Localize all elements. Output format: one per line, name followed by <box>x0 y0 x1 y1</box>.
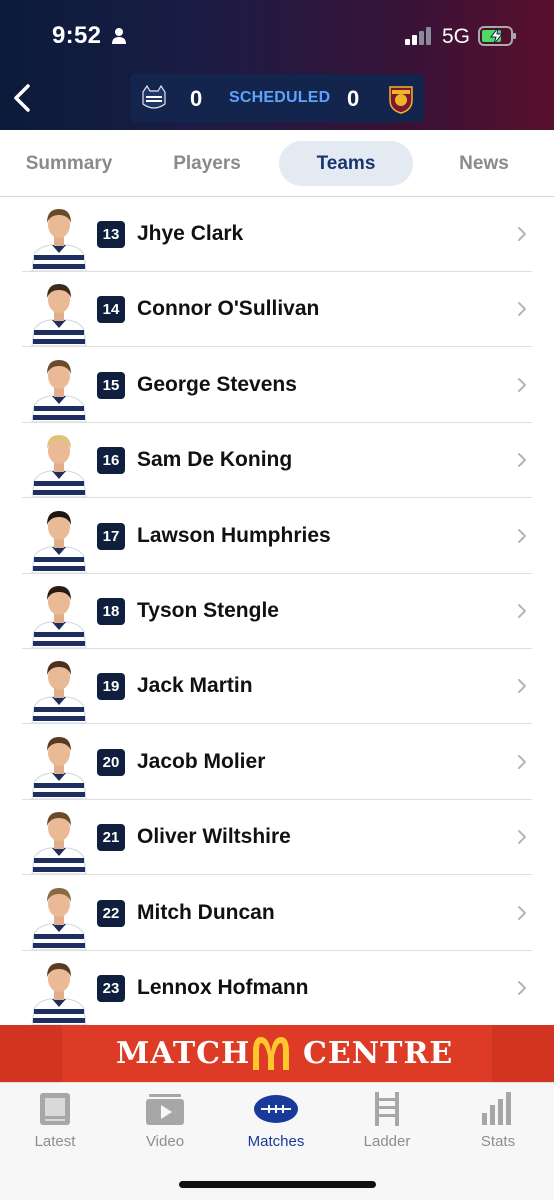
chevron-right-icon <box>518 604 526 618</box>
player-name: Lawson Humphries <box>137 523 331 547</box>
banner-text-match: MATCH <box>116 1036 251 1071</box>
banner-left-edge <box>0 1025 62 1082</box>
stats-icon <box>482 1092 511 1125</box>
player-row[interactable]: 19 Jack Martin <box>22 649 532 725</box>
status-time: 9:52 <box>52 22 102 49</box>
chevron-right-icon <box>518 905 526 920</box>
player-name: Lennox Hofmann <box>137 976 309 999</box>
player-name: George Stevens <box>137 372 297 396</box>
player-photo <box>26 729 92 799</box>
player-name: Sam De Koning <box>137 448 293 472</box>
player-photo <box>26 955 92 1025</box>
player-name: Tyson Stengle <box>137 599 279 622</box>
player-number-badge: 17 <box>97 522 125 550</box>
player-list: 13 Jhye Clark 14 Connor O'Sullivan 15 George … <box>0 197 554 1025</box>
player-row[interactable]: 23 Lennox Hofmann <box>22 951 532 1025</box>
chevron-right-icon <box>518 679 526 694</box>
network-type: 5G <box>442 25 471 48</box>
battery-charging-icon <box>478 26 516 46</box>
player-number-badge: 19 <box>97 673 125 701</box>
nav-latest-label: Latest <box>34 1133 76 1150</box>
player-name: Oliver Wiltshire <box>137 825 291 849</box>
player-name: Jack Martin <box>137 674 253 698</box>
match-tabs: Summary Players Teams News <box>0 130 554 197</box>
chevron-right-icon <box>518 830 526 845</box>
banner-text-centre: CENTRE <box>303 1036 454 1071</box>
player-row[interactable]: 21 Oliver Wiltshire <box>22 800 532 876</box>
player-photo <box>26 276 92 347</box>
chevron-right-icon <box>518 981 526 995</box>
player-name: Jacob Molier <box>137 749 266 773</box>
status-bar: 9:52 5G <box>0 0 554 72</box>
chevron-right-icon <box>518 528 526 543</box>
player-number-badge: 14 <box>97 296 125 324</box>
player-row[interactable]: 20 Jacob Molier <box>22 725 532 800</box>
nav-stats-label: Stats <box>480 1133 516 1150</box>
nav-stats[interactable]: Stats <box>448 1091 548 1155</box>
chevron-right-icon <box>518 453 526 468</box>
player-photo <box>26 653 92 724</box>
player-number-badge: 21 <box>97 824 125 852</box>
match-status: SCHEDULED <box>229 89 331 106</box>
geelong-cats-logo-icon <box>142 84 166 109</box>
tab-summary[interactable]: Summary <box>10 141 128 186</box>
player-row[interactable]: 16 Sam De Koning <box>22 423 532 499</box>
chevron-right-icon <box>518 302 526 317</box>
tab-teams[interactable]: Teams <box>279 141 413 186</box>
mcdonalds-logo-icon <box>253 1037 289 1070</box>
player-photo <box>26 201 92 271</box>
player-row[interactable]: 22 Mitch Duncan <box>22 876 532 951</box>
player-row[interactable]: 15 George Stevens <box>22 348 532 423</box>
player-photo <box>26 427 92 498</box>
match-header: 9:52 5G 0 SCHEDULED 0 <box>0 0 554 130</box>
latest-icon <box>40 1093 70 1125</box>
nav-matches[interactable]: Matches <box>226 1091 326 1155</box>
player-photo <box>26 352 92 422</box>
nav-video[interactable]: Video <box>115 1091 215 1155</box>
home-indicator <box>179 1181 376 1188</box>
brisbane-lions-logo-icon <box>389 86 413 114</box>
player-number-badge: 18 <box>97 598 125 625</box>
back-button[interactable] <box>8 80 38 116</box>
player-row[interactable]: 14 Connor O'Sullivan <box>22 272 532 348</box>
nav-latest[interactable]: Latest <box>5 1091 105 1155</box>
player-name: Mitch Duncan <box>137 900 275 924</box>
player-row[interactable]: 17 Lawson Humphries <box>22 499 532 574</box>
player-name: Jhye Clark <box>137 222 244 245</box>
nav-video-label: Video <box>145 1133 185 1150</box>
player-number-badge: 16 <box>97 447 125 475</box>
home-score: 0 <box>190 86 203 111</box>
match-score-box: 0 SCHEDULED 0 <box>130 74 424 122</box>
match-centre-banner[interactable]: MATCH CENTRE <box>0 1025 554 1082</box>
ladder-icon <box>375 1092 399 1126</box>
player-row[interactable]: 18 Tyson Stengle <box>22 574 532 649</box>
player-photo <box>26 578 92 648</box>
person-icon <box>112 28 126 44</box>
nav-matches-label: Matches <box>247 1133 305 1150</box>
chevron-right-icon <box>518 754 526 769</box>
player-photo <box>26 503 92 573</box>
player-row[interactable]: 13 Jhye Clark <box>22 197 532 272</box>
player-number-badge: 20 <box>97 748 125 776</box>
nav-ladder-label: Ladder <box>363 1133 411 1150</box>
tab-players[interactable]: Players <box>148 141 266 186</box>
nav-ladder[interactable]: Ladder <box>337 1091 437 1155</box>
player-photo <box>26 880 92 950</box>
player-number-badge: 22 <box>97 899 125 927</box>
player-number-badge: 15 <box>97 371 125 399</box>
chevron-right-icon <box>518 227 526 241</box>
away-score: 0 <box>347 86 360 111</box>
player-number-badge: 13 <box>97 221 125 248</box>
video-icon <box>146 1094 184 1125</box>
chevron-right-icon <box>518 377 526 392</box>
player-photo <box>26 804 92 875</box>
player-number-badge: 23 <box>97 975 125 1002</box>
player-name: Connor O'Sullivan <box>137 297 320 321</box>
tab-news[interactable]: News <box>428 141 540 186</box>
football-icon <box>254 1095 298 1123</box>
cellular-signal-icon <box>405 27 431 45</box>
banner-right-edge <box>492 1025 554 1082</box>
